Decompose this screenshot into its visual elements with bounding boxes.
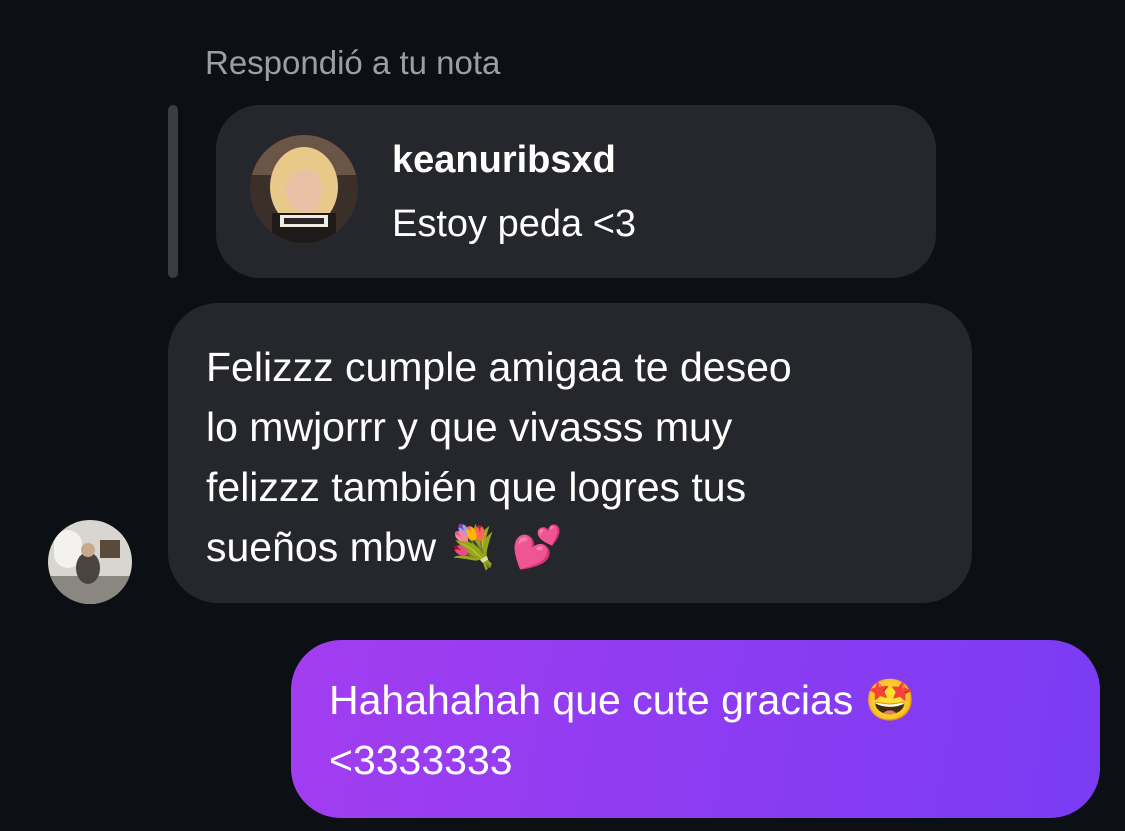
outgoing-line-1: Hahahahah que cute gracias 🤩 bbox=[329, 670, 1062, 730]
bouquet-heart-emoji: 💐 💕 bbox=[447, 523, 563, 571]
incoming-line-1: Felizzz cumple amigaa te deseo bbox=[206, 344, 792, 390]
note-author-avatar[interactable] bbox=[250, 135, 358, 243]
note-text: Estoy peda <3 bbox=[392, 203, 637, 245]
incoming-line-2: lo mwjorrr y que vivasss muy bbox=[206, 404, 733, 450]
chat-screen: Respondió a tu nota keanuribsxd Estoy pe… bbox=[0, 0, 1125, 831]
note-username: keanuribsxd bbox=[392, 139, 616, 181]
reply-context-label: Respondió a tu nota bbox=[205, 44, 501, 81]
outgoing-message-bubble[interactable]: Hahahahah que cute gracias 🤩 <3333333 bbox=[291, 640, 1100, 818]
reply-indicator-bar bbox=[168, 105, 178, 278]
incoming-line-4: sueños mbw 💐 💕 bbox=[206, 517, 934, 577]
outgoing-line-2: <3333333 bbox=[329, 737, 513, 783]
sender-avatar[interactable] bbox=[48, 520, 132, 604]
outgoing-line-1-text: Hahahahah que cute gracias bbox=[329, 677, 854, 723]
incoming-line-4-text: sueños mbw bbox=[206, 524, 437, 570]
replied-note-card[interactable]: keanuribsxd Estoy peda <3 bbox=[216, 105, 936, 278]
star-struck-emoji: 🤩 bbox=[864, 676, 916, 724]
incoming-message-bubble[interactable]: Felizzz cumple amigaa te deseo lo mwjorr… bbox=[168, 303, 972, 603]
incoming-line-3: felizzz también que logres tus bbox=[206, 464, 747, 510]
